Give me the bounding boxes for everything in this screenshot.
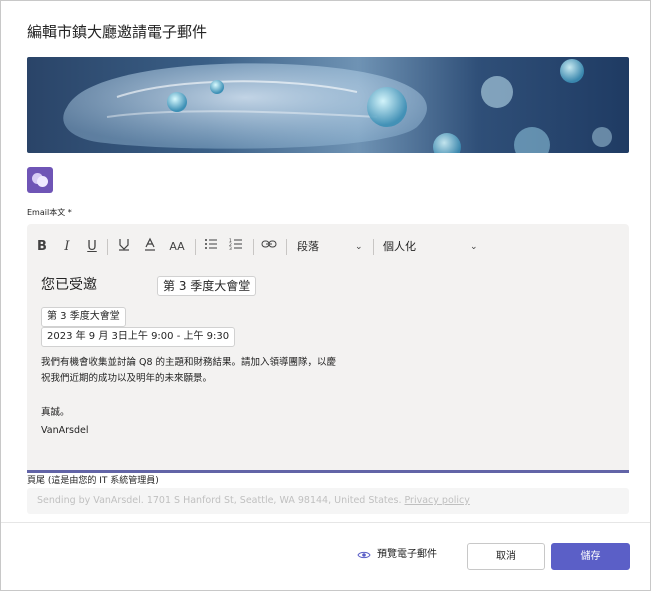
chevron-down-icon[interactable]: ⌄ <box>470 237 478 257</box>
body-line-2: 祝我們近期的成功以及明年的未來願景。 <box>41 373 213 384</box>
italic-button[interactable]: I <box>60 237 74 257</box>
footer-divider <box>1 522 650 523</box>
underline-button[interactable]: U <box>85 237 99 257</box>
footer-address: Sending by VanArsdel. 1701 S Hanford St,… <box>37 495 402 506</box>
signature-name: VanArsdel <box>41 425 89 436</box>
banner-image <box>27 57 629 153</box>
personalize-dropdown-label: 個人化 <box>383 240 416 253</box>
cancel-button[interactable]: 取消 <box>467 543 545 570</box>
paragraph-dropdown-label: 段落 <box>297 240 319 253</box>
invited-heading: 您已受邀 <box>41 277 97 293</box>
chevron-down-icon[interactable]: ⌄ <box>355 237 363 257</box>
toolbar-divider <box>107 239 108 255</box>
signature-block: 真誠。 VanArsdel <box>41 405 88 438</box>
bullet-list-icon[interactable] <box>203 237 219 257</box>
email-body-paragraph: 我們有機會收集並討論 Q8 的主題和財務結果。請加入領導團隊，以慶 祝我們近期的… <box>41 355 601 387</box>
numbered-list-icon[interactable]: 123 <box>228 237 244 257</box>
closing-text: 真誠。 <box>41 407 70 418</box>
event-datetime-token[interactable]: 2023 年 9 月 3日上午 9:00 - 上午 9:30 <box>41 327 236 347</box>
svg-text:3: 3 <box>229 246 232 251</box>
toolbar-divider <box>373 239 374 255</box>
app-logo <box>27 167 53 193</box>
personalize-dropdown[interactable]: 個人化 <box>383 237 483 257</box>
body-line-1: 我們有機會收集並討論 Q8 的主題和財務結果。請加入領導團隊，以慶 <box>41 357 337 368</box>
link-icon[interactable] <box>260 237 278 257</box>
font-color-icon[interactable] <box>142 237 158 257</box>
privacy-policy-link[interactable]: Privacy policy <box>405 495 470 506</box>
toolbar-divider <box>195 239 196 255</box>
eye-icon <box>357 549 371 559</box>
event-title-token[interactable]: 第 3 季度大會堂 <box>157 276 257 296</box>
bold-button[interactable]: B <box>35 237 49 257</box>
toolbar-divider <box>286 239 287 255</box>
toolbar-divider <box>253 239 254 255</box>
dialog-title: 編輯市鎮大廳邀請電子郵件 <box>27 23 208 41</box>
email-body-editor[interactable]: B I U AA 123 段落 ⌄ 個人化 ⌄ 您已受邀 第 3 季度大會堂 第… <box>27 224 629 473</box>
banner-artwork <box>63 59 612 153</box>
save-button[interactable]: 儲存 <box>551 543 630 570</box>
footer-field: Sending by VanArsdel. 1701 S Hanford St,… <box>27 488 629 514</box>
preview-email-label: 預覽電子郵件 <box>377 549 437 560</box>
email-body-label: Email本文 * <box>27 208 72 217</box>
preview-email-button[interactable]: 預覽電子郵件 <box>357 546 437 564</box>
footer-label: 頁尾 (這是由您的 IT 系統管理員) <box>27 476 159 486</box>
footer-text: Sending by VanArsdel. 1701 S Hanford St,… <box>37 495 470 506</box>
highlight-icon[interactable] <box>116 237 132 257</box>
format-toolbar: B I U AA 123 段落 ⌄ 個人化 ⌄ <box>27 234 629 260</box>
event-name-token[interactable]: 第 3 季度大會堂 <box>41 307 126 327</box>
edit-invite-dialog: 編輯市鎮大廳邀請電子郵件 Email本文 * B I U AA 1 2 3 段落… <box>0 0 651 591</box>
logo-dot-right <box>37 176 48 187</box>
font-size-button[interactable]: AA <box>167 237 187 257</box>
